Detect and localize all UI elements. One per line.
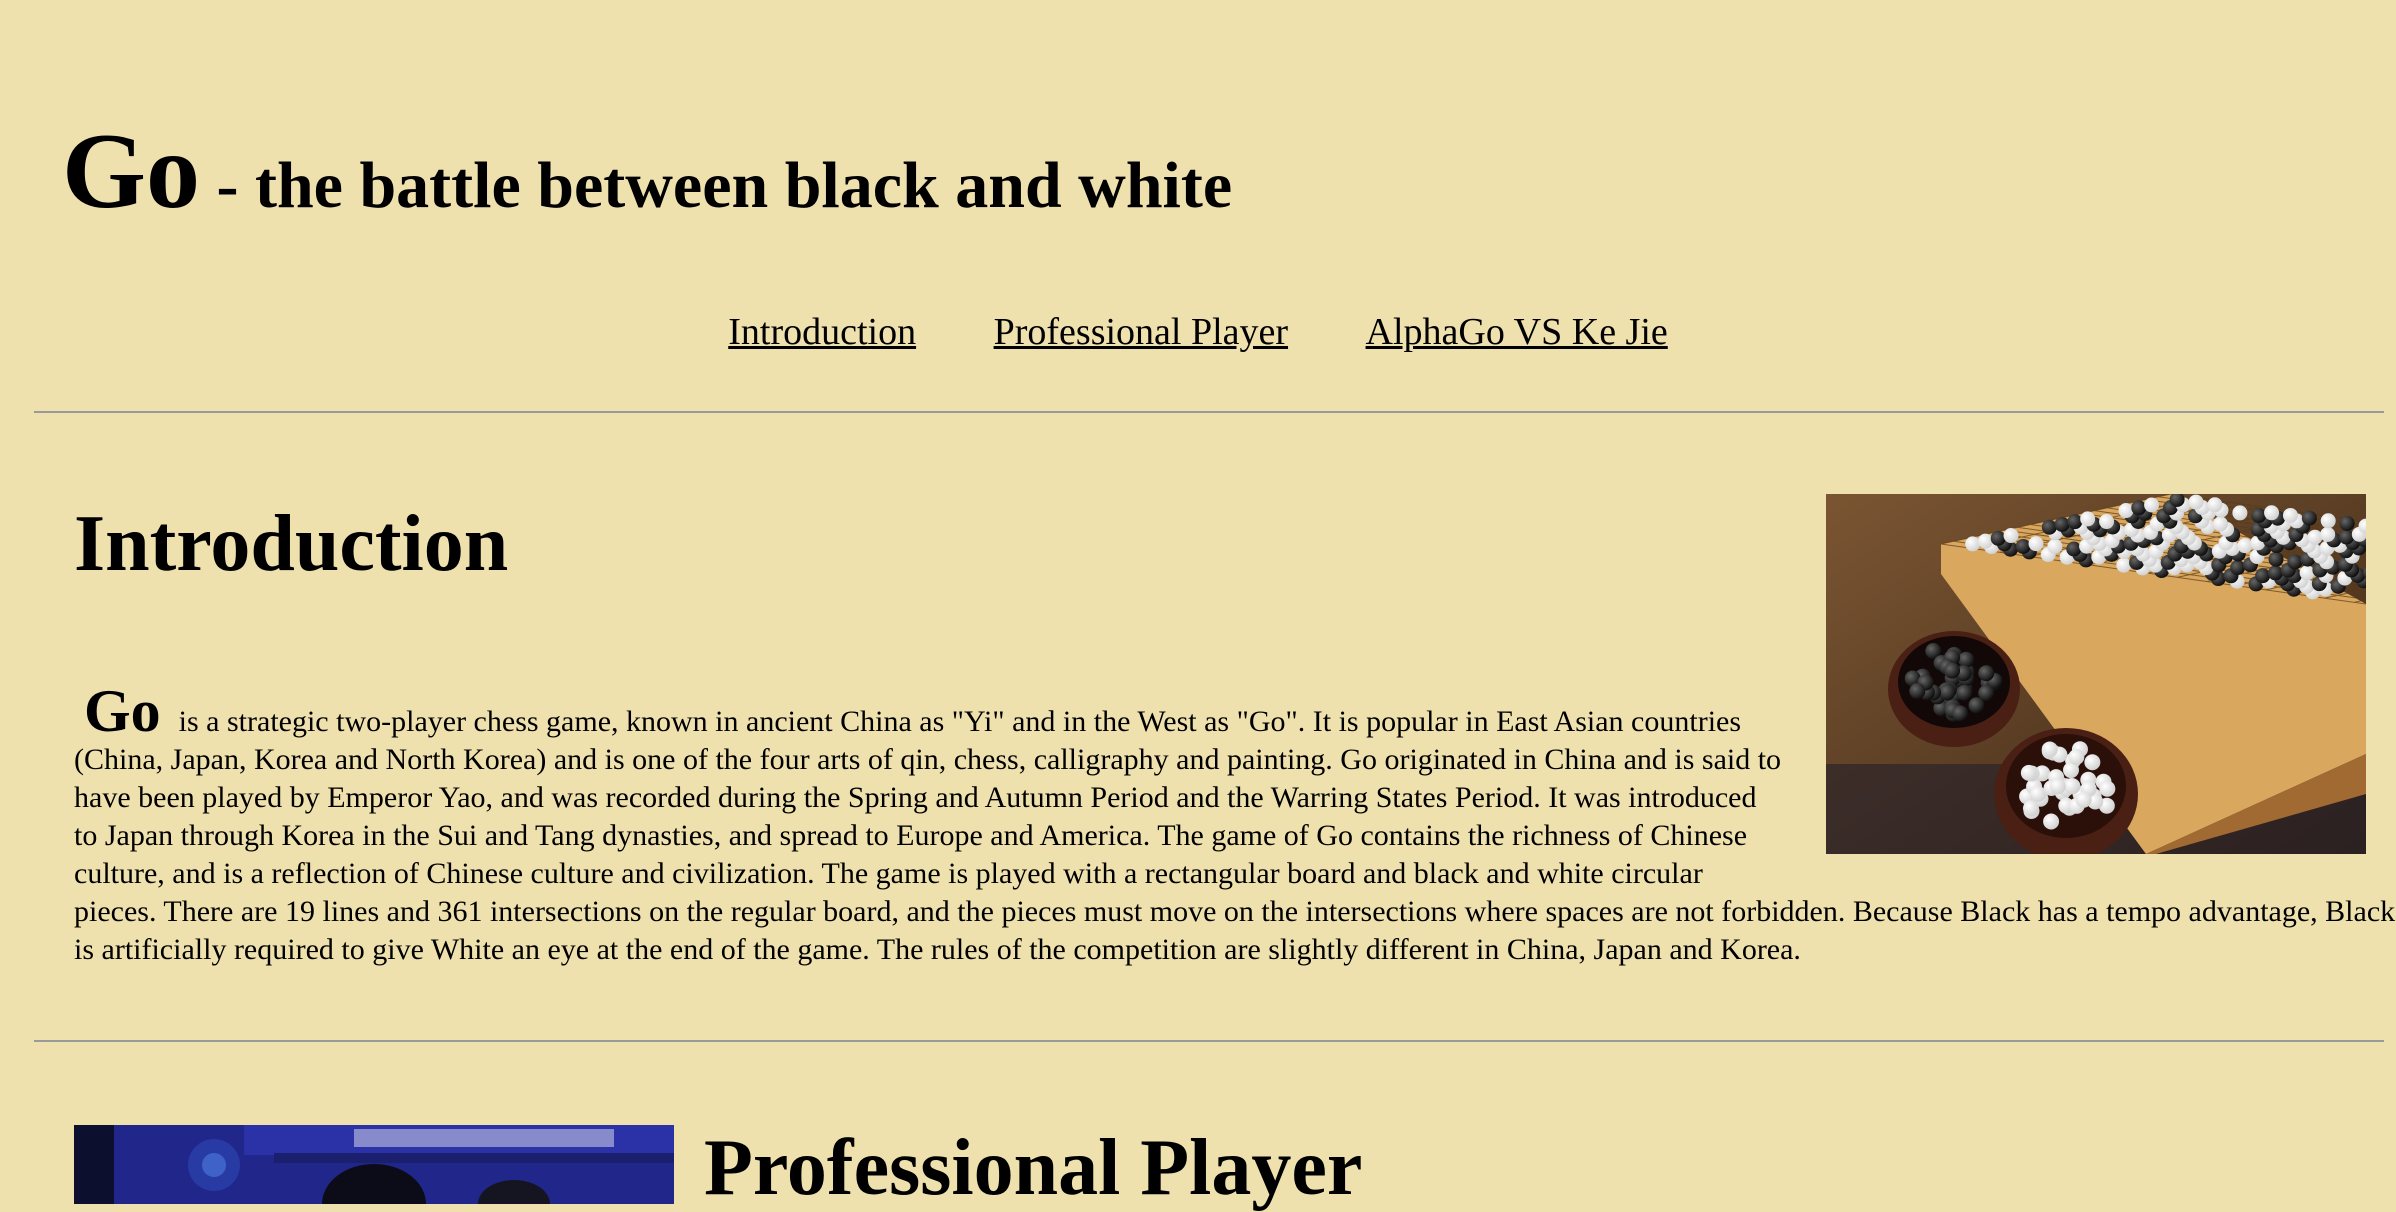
intro-dropword: Go — [84, 678, 161, 744]
divider-middle — [34, 1040, 2384, 1042]
top-navigation: Introduction Professional Player AlphaGo… — [0, 310, 2396, 354]
professional-player-photo — [74, 1125, 674, 1204]
site-title: Go - the battle between black and white — [62, 118, 1232, 226]
nav-link-alphago-vs-ke-jie[interactable]: AlphaGo VS Ke Jie — [1366, 311, 1668, 353]
divider-top — [34, 411, 2384, 413]
site-title-go: Go — [62, 112, 201, 231]
introduction-section: Introduction Go is a strategic two-player… — [74, 470, 2396, 969]
nav-link-introduction[interactable]: Introduction — [728, 311, 916, 353]
go-board-photo — [1826, 494, 2366, 854]
site-title-subtitle: - the battle between black and white — [200, 149, 1233, 222]
nav-link-professional-player[interactable]: Professional Player — [994, 311, 1288, 353]
professional-player-heading: Professional Player — [704, 1124, 1363, 1212]
